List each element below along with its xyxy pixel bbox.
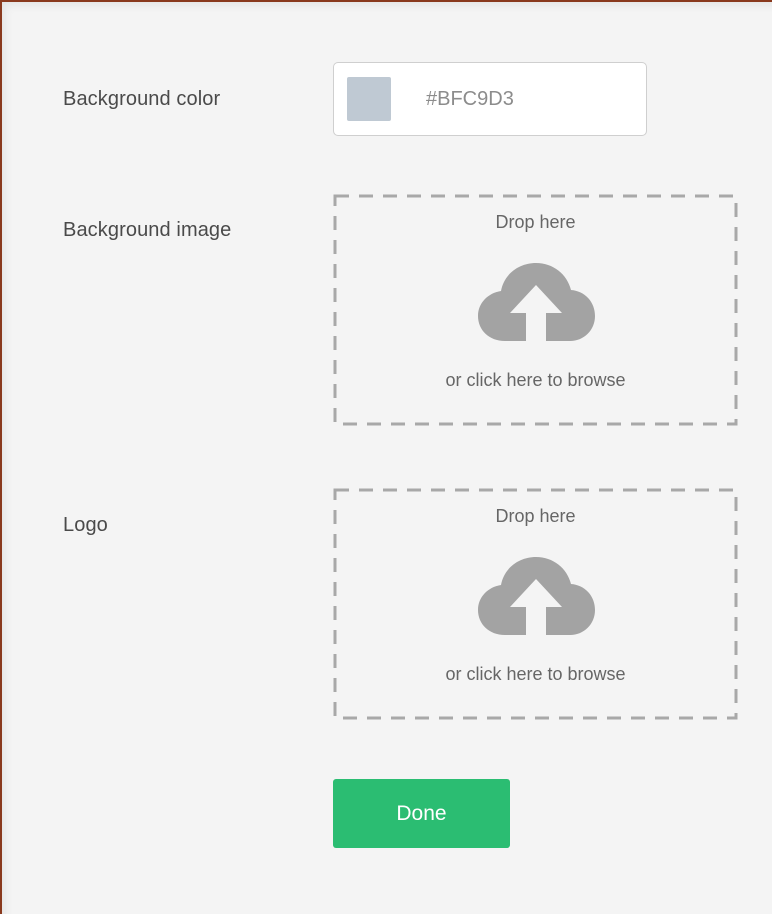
cloud-upload-icon xyxy=(478,263,595,343)
drop-here-text: Drop here xyxy=(495,506,576,526)
logo-dropzone[interactable]: Drop here or click here to browse xyxy=(333,488,738,720)
color-hex-value[interactable]: #BFC9D3 xyxy=(426,88,514,111)
cloud-upload-icon xyxy=(478,557,595,637)
color-swatch[interactable] xyxy=(347,77,391,121)
background-color-label: Background color xyxy=(63,88,221,110)
background-image-dropzone[interactable]: Drop here or click here to browse xyxy=(333,194,738,426)
browse-text: or click here to browse xyxy=(445,370,626,390)
drop-here-text: Drop here xyxy=(495,212,576,232)
logo-label: Logo xyxy=(63,514,108,536)
background-image-label: Background image xyxy=(63,219,232,241)
done-button[interactable]: Done xyxy=(333,779,510,848)
browse-text: or click here to browse xyxy=(445,664,626,684)
background-color-picker[interactable]: #BFC9D3 xyxy=(333,62,647,136)
settings-panel: Background color #BFC9D3 Background imag… xyxy=(0,0,772,914)
